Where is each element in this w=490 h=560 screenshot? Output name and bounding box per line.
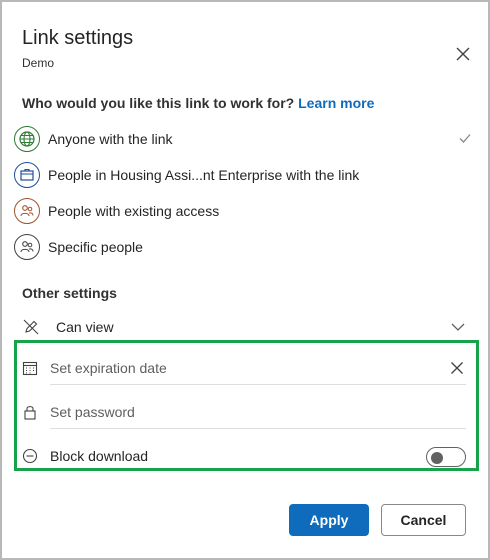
close-icon: [456, 47, 470, 61]
expiration-date-input[interactable]: Set expiration date: [50, 351, 466, 385]
globe-icon: [14, 126, 40, 152]
learn-more-link[interactable]: Learn more: [298, 95, 374, 111]
pencil-slash-icon: [23, 319, 39, 335]
people-icon: [14, 198, 40, 224]
option-label: People with existing access: [48, 203, 220, 219]
password-row: Set password: [20, 395, 466, 429]
block-download-label: Block download: [50, 448, 149, 464]
option-label: People in Housing Assi...nt Enterprise w…: [48, 167, 360, 183]
calendar-icon: [20, 358, 40, 378]
permission-label: Can view: [56, 319, 114, 335]
block-download-row: Block download: [20, 439, 466, 473]
option-label: Anyone with the link: [48, 131, 173, 147]
dialog-subtitle: Demo: [22, 56, 55, 70]
audience-question-text: Who would you like this link to work for…: [22, 95, 295, 111]
other-settings-heading: Other settings: [22, 285, 117, 301]
checkmark-icon: [459, 134, 471, 143]
option-label: Specific people: [48, 239, 143, 255]
clear-expiration-button[interactable]: [448, 359, 466, 377]
toggle-knob: [431, 452, 443, 464]
apply-button[interactable]: Apply: [289, 504, 369, 536]
option-specific-people[interactable]: Specific people: [14, 231, 478, 263]
link-settings-dialog: Link settings Demo Who would you like th…: [0, 0, 490, 560]
option-anyone-with-link[interactable]: Anyone with the link: [14, 123, 478, 155]
chevron-down-icon: [451, 323, 465, 331]
expiration-date-row: Set expiration date: [20, 351, 466, 385]
audience-question: Who would you like this link to work for…: [22, 95, 374, 111]
block-download-toggle[interactable]: [426, 447, 466, 467]
close-button[interactable]: [453, 44, 473, 64]
dialog-title: Link settings: [22, 27, 134, 49]
lock-icon: [20, 402, 40, 422]
password-input[interactable]: Set password: [50, 395, 466, 429]
option-organization[interactable]: People in Housing Assi...nt Enterprise w…: [14, 159, 478, 191]
people-icon: [14, 234, 40, 260]
cancel-button[interactable]: Cancel: [381, 504, 466, 536]
close-icon: [451, 362, 463, 374]
building-icon: [14, 162, 40, 188]
block-icon: [20, 446, 40, 466]
permission-dropdown[interactable]: Can view: [22, 314, 466, 340]
option-existing-access[interactable]: People with existing access: [14, 195, 478, 227]
